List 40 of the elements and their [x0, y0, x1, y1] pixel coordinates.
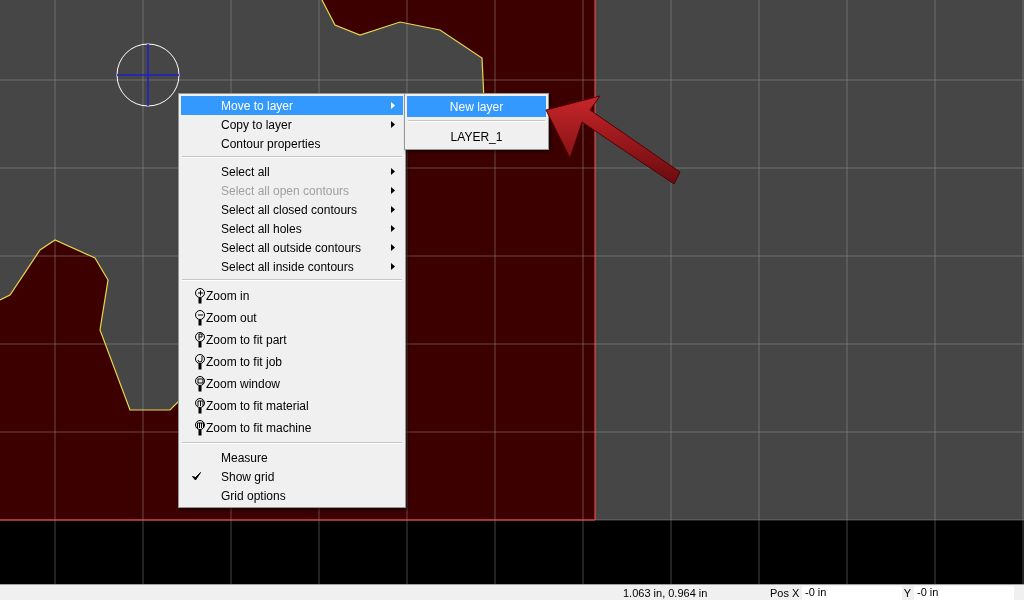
pos-x-label: Pos X	[770, 586, 801, 599]
menu-item[interactable]: Select all closed contours	[181, 200, 403, 219]
magnifier-icon	[193, 332, 205, 348]
menu-item[interactable]: Show grid	[181, 467, 403, 486]
menu-item[interactable]: Grid options	[181, 486, 403, 505]
submenu-arrow-icon	[391, 263, 395, 270]
checkmark-icon	[192, 472, 201, 481]
magnifier-icon	[193, 376, 205, 392]
menu-item[interactable]: Zoom out	[181, 307, 403, 329]
coordinates-text: 1.063 in, 0.964 in	[622, 586, 709, 599]
submenu-arrow-icon	[391, 206, 395, 213]
menu-item[interactable]: Zoom in	[181, 285, 403, 307]
submenu-arrow-icon	[391, 187, 395, 194]
menu-item[interactable]: Zoom window	[181, 373, 403, 395]
menu-item[interactable]: Contour properties	[181, 134, 403, 153]
magnifier-icon	[193, 310, 205, 326]
menu-item[interactable]: Zoom to fit part	[181, 329, 403, 351]
menu-item[interactable]: Copy to layer	[181, 115, 403, 134]
menu-item[interactable]: LAYER_1	[407, 126, 546, 147]
menu-item[interactable]: Select all outside contours	[181, 238, 403, 257]
y-field[interactable]: -0 in	[914, 585, 1014, 600]
submenu-arrow-icon	[391, 244, 395, 251]
magnifier-icon	[193, 354, 205, 370]
magnifier-icon	[193, 420, 205, 436]
menu-item[interactable]: Select all holes	[181, 219, 403, 238]
magnifier-icon	[193, 398, 205, 414]
crosshair-circle-icon	[116, 43, 180, 107]
y-label: Y	[902, 586, 912, 599]
submenu-arrow-icon	[391, 168, 395, 175]
menu-item[interactable]: Zoom to fit material	[181, 395, 403, 417]
submenu-arrow-icon	[391, 102, 395, 109]
submenu-arrow-icon	[391, 225, 395, 232]
menu-item[interactable]: Zoom to fit job	[181, 351, 403, 373]
menu-item[interactable]: Select all	[181, 162, 403, 181]
menu-item[interactable]: Select all inside contours	[181, 257, 403, 276]
pos-x-field[interactable]: -0 in	[802, 585, 902, 600]
submenu-arrow-icon	[391, 121, 395, 128]
menu-item[interactable]: Measure	[181, 448, 403, 467]
menu-item[interactable]: Zoom to fit machine	[181, 417, 403, 439]
magnifier-icon	[193, 288, 205, 304]
